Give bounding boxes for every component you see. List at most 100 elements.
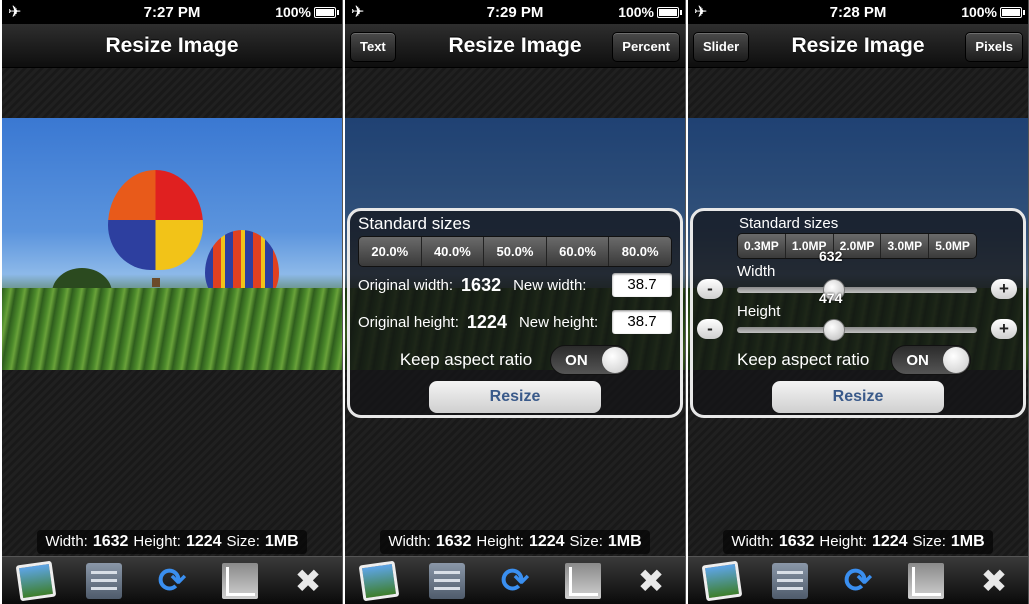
page-title: Resize Image bbox=[105, 34, 239, 57]
crop-icon[interactable] bbox=[908, 562, 944, 599]
aspect-ratio-toggle[interactable]: ON bbox=[891, 345, 972, 375]
photo-library-icon[interactable] bbox=[701, 560, 743, 601]
width-value: 1632 bbox=[778, 533, 815, 550]
resize-button[interactable]: Resize bbox=[772, 381, 944, 413]
new-height-field[interactable]: 38.7 bbox=[612, 310, 672, 334]
tools-icon[interactable]: ✖ bbox=[290, 563, 326, 599]
resize-button[interactable]: Resize bbox=[429, 381, 601, 413]
size-label: Size: bbox=[569, 533, 603, 550]
photo-library-icon[interactable] bbox=[15, 560, 57, 601]
aspect-ratio-row: Keep aspect ratio ON bbox=[350, 345, 680, 375]
battery-status: 100% bbox=[275, 4, 339, 20]
new-width-field[interactable]: 38.7 bbox=[612, 273, 672, 297]
size-value: 1MB bbox=[264, 533, 299, 550]
size-option-80[interactable]: 80.0% bbox=[609, 237, 671, 266]
size-option-60[interactable]: 60.0% bbox=[546, 237, 610, 266]
battery-icon bbox=[657, 6, 682, 18]
battery-status: 100% bbox=[618, 4, 682, 20]
photo-library-icon[interactable] bbox=[358, 560, 400, 601]
new-height-label: New height: bbox=[518, 313, 599, 331]
aspect-ratio-label: Keep aspect ratio bbox=[737, 350, 870, 369]
tools-icon[interactable]: ✖ bbox=[976, 563, 1012, 599]
battery-percent: 100% bbox=[961, 4, 997, 20]
screen-percent: ✈ 7:29 PM 100% Text Resize Image Percent… bbox=[345, 0, 686, 604]
aspect-ratio-row: Keep aspect ratio ON bbox=[737, 345, 1023, 375]
standard-sizes-segmented: 20.0% 40.0% 50.0% 60.0% 80.0% bbox=[358, 236, 672, 267]
rotate-icon[interactable]: ⟳ bbox=[840, 563, 876, 599]
height-label: Height: bbox=[476, 533, 524, 550]
battery-status: 100% bbox=[961, 4, 1025, 20]
screen-pixels: ✈ 7:28 PM 100% Slider Resize Image Pixel… bbox=[688, 0, 1029, 604]
width-minus-button[interactable]: - bbox=[697, 279, 723, 299]
status-bar: ✈ 7:28 PM 100% bbox=[688, 0, 1028, 24]
crop-icon[interactable] bbox=[565, 562, 601, 599]
width-label: Width: bbox=[388, 533, 431, 550]
width-plus-button[interactable]: + bbox=[991, 279, 1017, 299]
megapixel-segmented: 0.3MP 1.0MP 2.0MP 3.0MP 5.0MP bbox=[737, 233, 977, 259]
image-info-bar: Width: 1632 Height: 1224 Size: 1MB bbox=[688, 528, 1028, 556]
height-slider-thumb[interactable] bbox=[823, 319, 845, 341]
battery-percent: 100% bbox=[275, 4, 311, 20]
toggle-state: ON bbox=[565, 352, 588, 369]
width-label: Width: bbox=[45, 533, 88, 550]
resize-panel: Standard sizes 20.0% 40.0% 50.0% 60.0% 8… bbox=[347, 208, 683, 418]
width-value: 1632 bbox=[92, 533, 129, 550]
width-slider-label: Width bbox=[737, 263, 776, 280]
height-value: 1224 bbox=[528, 533, 565, 550]
bottom-toolbar: ⟳ ✖ bbox=[2, 556, 342, 604]
standard-sizes-heading: Standard sizes bbox=[358, 214, 471, 233]
height-label: Height: bbox=[819, 533, 867, 550]
toggle-knob bbox=[602, 347, 629, 373]
status-bar: ✈ 7:29 PM 100% bbox=[345, 0, 685, 24]
original-height-value: 1224 bbox=[466, 311, 507, 332]
height-value: 1224 bbox=[185, 533, 222, 550]
height-value: 1224 bbox=[871, 533, 908, 550]
battery-icon bbox=[1000, 6, 1025, 18]
height-row: Original height: 1224 New height: 38.7 bbox=[358, 310, 672, 334]
nav-bar: Resize Image bbox=[2, 24, 342, 68]
mp-option-5-0[interactable]: 5.0MP bbox=[929, 234, 976, 258]
nav-bar: Slider Resize Image Pixels bbox=[688, 24, 1028, 68]
new-width-label: New width: bbox=[513, 276, 587, 294]
toggle-state: ON bbox=[906, 352, 929, 369]
aspect-ratio-label: Keep aspect ratio bbox=[399, 350, 533, 369]
width-slider-value: 632 bbox=[819, 248, 843, 264]
settings-list-icon[interactable] bbox=[429, 562, 465, 599]
screen-home: ✈ 7:27 PM 100% Resize Image Width: 1632 H… bbox=[2, 0, 343, 604]
percent-mode-button[interactable]: Percent bbox=[612, 32, 680, 62]
status-bar: ✈ 7:27 PM 100% bbox=[2, 0, 342, 24]
height-plus-button[interactable]: + bbox=[991, 319, 1017, 339]
image-info-bar: Width: 1632 Height: 1224 Size: 1MB bbox=[2, 528, 342, 556]
bottom-toolbar: ⟳ ✖ bbox=[688, 556, 1028, 604]
mp-option-0-3[interactable]: 0.3MP bbox=[738, 234, 786, 258]
size-option-20[interactable]: 20.0% bbox=[359, 237, 422, 266]
size-option-40[interactable]: 40.0% bbox=[421, 237, 485, 266]
width-value: 1632 bbox=[435, 533, 472, 550]
mp-option-3-0[interactable]: 3.0MP bbox=[881, 234, 930, 258]
size-value: 1MB bbox=[950, 533, 985, 550]
height-slider-label: Height bbox=[737, 303, 781, 320]
rotate-icon[interactable]: ⟳ bbox=[497, 563, 533, 599]
bottom-toolbar: ⟳ ✖ bbox=[345, 556, 685, 604]
settings-list-icon[interactable] bbox=[772, 562, 808, 599]
standard-sizes-heading: Standard sizes bbox=[739, 215, 839, 232]
size-option-50[interactable]: 50.0% bbox=[484, 237, 547, 266]
nav-bar: Text Resize Image Percent bbox=[345, 24, 685, 68]
toggle-knob bbox=[943, 347, 970, 373]
size-label: Size: bbox=[912, 533, 946, 550]
height-slider[interactable] bbox=[737, 319, 977, 341]
settings-list-icon[interactable] bbox=[86, 562, 122, 599]
aspect-ratio-toggle[interactable]: ON bbox=[550, 345, 631, 375]
height-minus-button[interactable]: - bbox=[697, 319, 723, 339]
height-label: Height: bbox=[133, 533, 181, 550]
battery-percent: 100% bbox=[618, 4, 654, 20]
image-info-bar: Width: 1632 Height: 1224 Size: 1MB bbox=[345, 528, 685, 556]
crop-icon[interactable] bbox=[222, 562, 258, 599]
balloon-large bbox=[108, 170, 203, 270]
tools-icon[interactable]: ✖ bbox=[633, 563, 669, 599]
size-label: Size: bbox=[226, 533, 260, 550]
width-slider[interactable] bbox=[737, 279, 977, 301]
rotate-icon[interactable]: ⟳ bbox=[154, 563, 190, 599]
size-value: 1MB bbox=[607, 533, 642, 550]
pixels-mode-button[interactable]: Pixels bbox=[965, 32, 1023, 62]
